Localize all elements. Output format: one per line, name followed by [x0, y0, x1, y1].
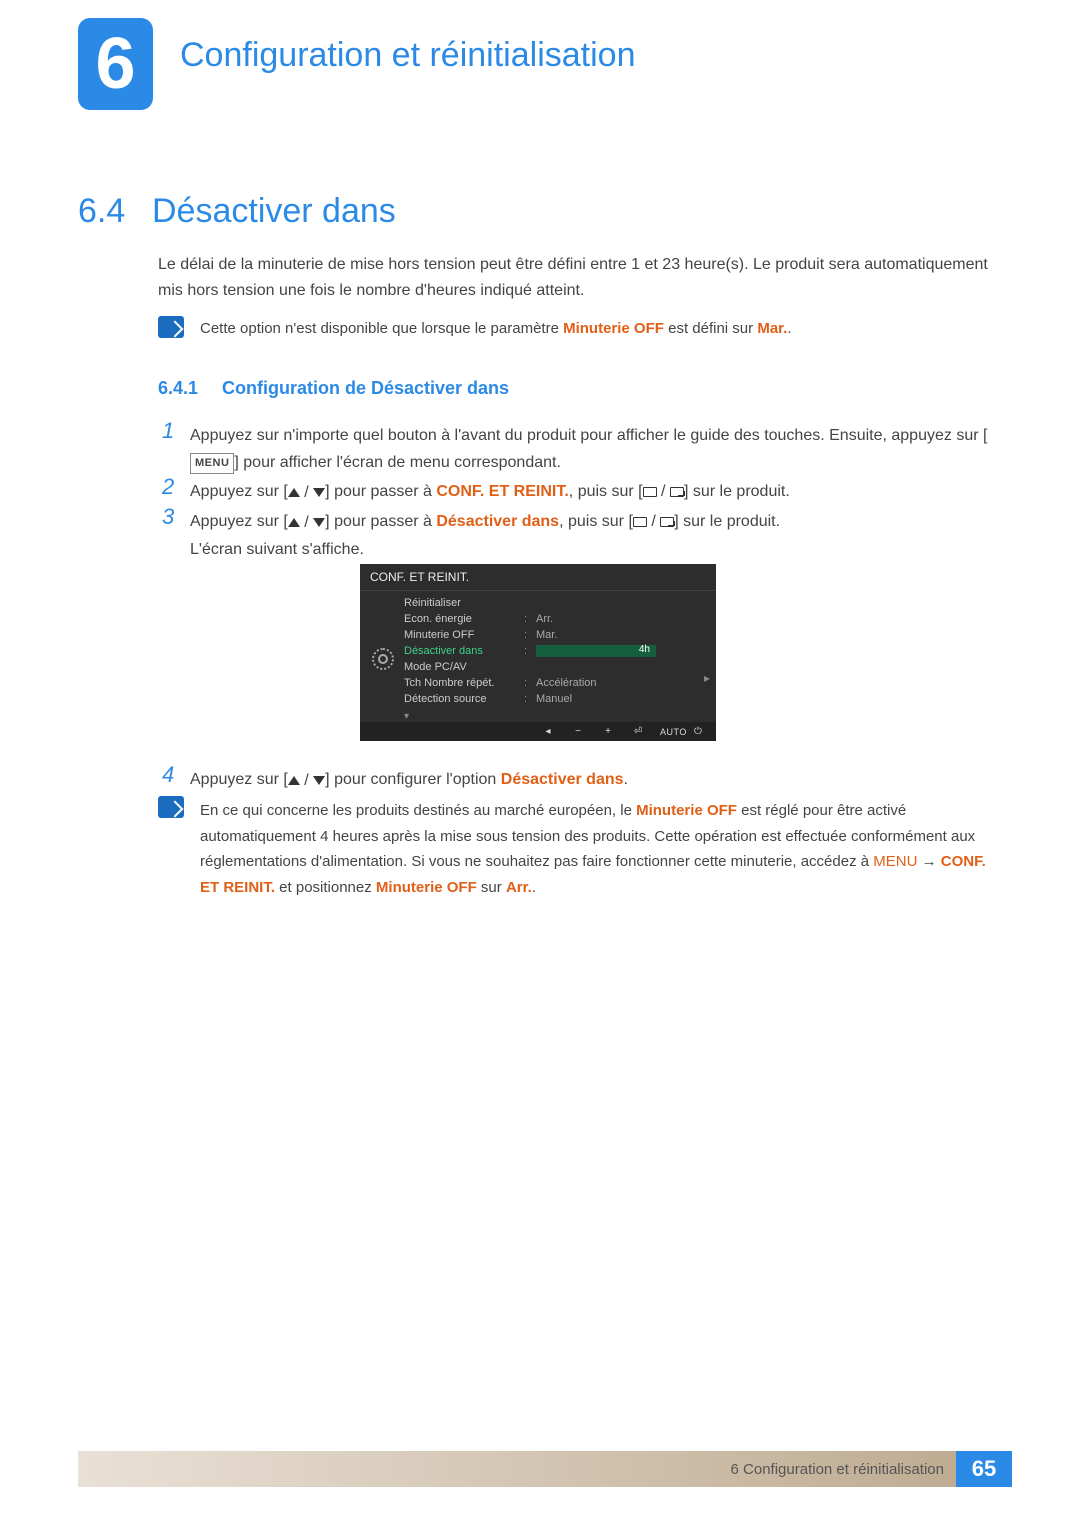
osd-value: Arr. [536, 613, 706, 625]
s2-d: ] sur le produit. [684, 483, 790, 500]
footer-chapter-label: 6 Configuration et réinitialisation [731, 1461, 956, 1478]
page-number-badge: 65 [956, 1451, 1012, 1487]
osd-menu-screenshot: CONF. ET REINIT. Réinitialiser Econ. éne… [360, 564, 716, 741]
step-1-number: 1 [162, 418, 174, 444]
note1-hl2: Mar. [757, 320, 787, 337]
osd-label: Econ. énergie [404, 613, 524, 625]
step-1-text: Appuyez sur n'importe quel bouton à l'av… [190, 422, 1000, 476]
osd-row: Econ. énergie:Arr. [404, 611, 716, 627]
s3-e: L'écran suivant s'affiche. [190, 541, 364, 558]
s3-a: Appuyez sur [ [190, 513, 288, 530]
n2-hl4: Arr. [506, 879, 532, 896]
intro-paragraph: Le délai de la minuterie de mise hors te… [158, 252, 1000, 303]
osd-title: CONF. ET REINIT. [360, 564, 716, 591]
osd-row: Mode PC/AV [404, 659, 716, 675]
osd-slider-value: 4h [639, 644, 650, 655]
chevron-right-icon: ▸ [704, 671, 710, 685]
n2-e: . [532, 879, 536, 896]
step-4-text: Appuyez sur [ / ] pour configurer l'opti… [190, 766, 1000, 794]
osd-value: Mar. [536, 629, 706, 641]
note1-hl1: Minuterie OFF [563, 320, 664, 337]
up-down-icon: / [288, 479, 325, 506]
osd-slider: 4h [536, 645, 656, 657]
section-number: 6.4 [78, 192, 125, 231]
up-down-icon: / [288, 509, 325, 536]
note1-pre: Cette option n'est disponible que lorsqu… [200, 320, 563, 337]
s1-pre: Appuyez sur n'importe quel bouton à l'av… [190, 427, 987, 444]
s2-b: ] pour passer à [325, 483, 436, 500]
chapter-title: Configuration et réinitialisation [180, 36, 635, 75]
step-4-number: 4 [162, 762, 174, 788]
chapter-number-badge: 6 [78, 18, 153, 110]
osd-minus-icon: − [570, 726, 586, 737]
s3-d: ] sur le produit. [674, 513, 780, 530]
s4-hl: Désactiver dans [501, 771, 624, 788]
chevron-down-icon: ▾ [360, 711, 716, 722]
step-3-number: 3 [162, 504, 174, 530]
osd-row: Minuterie OFF:Mar. [404, 627, 716, 643]
enter-icon: / [633, 513, 674, 530]
s4-a: Appuyez sur [ [190, 771, 288, 788]
s3-hl: Désactiver dans [436, 513, 559, 530]
osd-label: Minuterie OFF [404, 629, 524, 641]
menu-key-icon: MENU [190, 453, 234, 474]
s2-a: Appuyez sur [ [190, 483, 288, 500]
n2-c: et positionnez [275, 879, 376, 896]
page-footer: 6 Configuration et réinitialisation 65 [78, 1451, 1012, 1487]
n2-d: sur [477, 879, 506, 896]
s1-post: ] pour afficher l'écran de menu correspo… [234, 454, 561, 471]
osd-value: Manuel [536, 693, 706, 705]
n2-menu: MENU [873, 853, 917, 870]
n2-a: En ce qui concerne les produits destinés… [200, 802, 636, 819]
subsection-number: 6.4.1 [158, 378, 198, 399]
note1-mid: est défini sur [664, 320, 757, 337]
osd-label: Désactiver dans [404, 645, 524, 657]
s3-c: , puis sur [ [559, 513, 633, 530]
enter-icon: / [643, 483, 684, 500]
osd-value: Accélération [536, 677, 706, 689]
note-text-1: Cette option n'est disponible que lorsqu… [200, 318, 1000, 341]
s4-b: ] pour configurer l'option [325, 771, 501, 788]
section-title: Désactiver dans [152, 192, 396, 231]
subsection-title: Configuration de Désactiver dans [222, 378, 509, 399]
arrow-right-icon: → [917, 853, 940, 870]
note1-post: . [787, 320, 791, 337]
osd-auto-label: AUTO [660, 727, 676, 737]
osd-back-icon: ◂ [540, 726, 556, 737]
osd-footer: ◂ − + ⏎ AUTO ⏻ [360, 722, 716, 741]
osd-label: Mode PC/AV [404, 661, 524, 673]
osd-row: Réinitialiser [404, 595, 716, 611]
note-text-2: En ce qui concerne les produits destinés… [200, 798, 1000, 900]
osd-label: Tch Nombre répét. [404, 677, 524, 689]
step-2-number: 2 [162, 474, 174, 500]
note-icon [158, 316, 184, 338]
step-3-text: Appuyez sur [ / ] pour passer à Désactiv… [190, 508, 1000, 563]
osd-label: Réinitialiser [404, 597, 524, 609]
osd-row: Tch Nombre répét.:Accélération [404, 675, 716, 691]
osd-plus-icon: + [600, 726, 616, 737]
osd-row-selected: Désactiver dans:4h [404, 643, 716, 659]
up-down-icon: / [288, 767, 325, 794]
note-icon [158, 796, 184, 818]
s2-hl: CONF. ET REINIT. [436, 483, 568, 500]
s4-c: . [624, 771, 628, 788]
s2-c: , puis sur [ [569, 483, 643, 500]
step-2-text: Appuyez sur [ / ] pour passer à CONF. ET… [190, 478, 1000, 506]
osd-power-icon: ⏻ [690, 726, 706, 737]
osd-row: Détection source:Manuel [404, 691, 716, 707]
osd-enter-icon: ⏎ [630, 726, 646, 737]
osd-label: Détection source [404, 693, 524, 705]
s3-b: ] pour passer à [325, 513, 436, 530]
n2-hl3: Minuterie OFF [376, 879, 477, 896]
n2-hl1: Minuterie OFF [636, 802, 737, 819]
